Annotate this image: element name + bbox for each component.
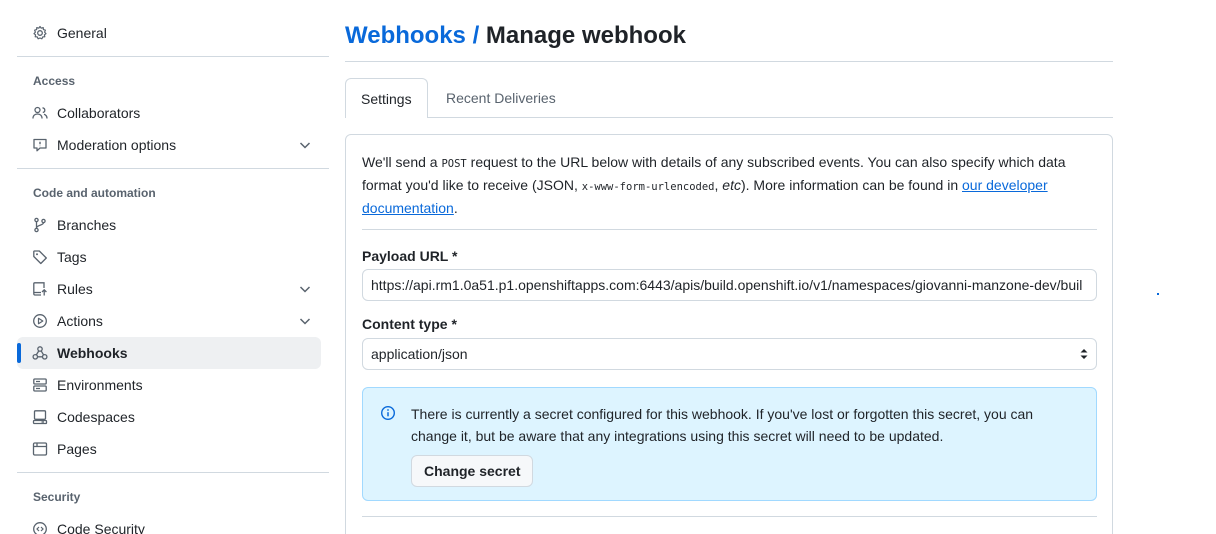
tab-bar-divider bbox=[427, 117, 1113, 118]
sidebar-item-label: Pages bbox=[57, 441, 97, 457]
chevron-down-icon[interactable] bbox=[297, 137, 313, 153]
breadcrumb-separator: / bbox=[472, 22, 480, 49]
intro-emphasis: etc bbox=[722, 177, 741, 193]
codespaces-icon bbox=[32, 409, 48, 425]
chevron-down-icon[interactable] bbox=[297, 281, 313, 297]
sidebar-item-collaborators[interactable]: Collaborators bbox=[17, 97, 321, 129]
intro-text: We'll send a POST request to the URL bel… bbox=[362, 152, 1082, 219]
content-type-selected-value: application/json bbox=[371, 346, 468, 362]
payload-url-label: Payload URL * bbox=[362, 248, 458, 264]
webhook-icon bbox=[32, 345, 48, 361]
comment-report-icon bbox=[32, 137, 48, 153]
sidebar-divider bbox=[17, 168, 329, 169]
content-type-label: Content type * bbox=[362, 316, 457, 332]
sidebar-item-label: Branches bbox=[57, 217, 117, 233]
sidebar-item-label: Moderation options bbox=[57, 137, 177, 153]
sidebar-item-tags[interactable]: Tags bbox=[17, 241, 321, 273]
sidebar-item-label: Webhooks bbox=[57, 345, 128, 361]
page-title-text: Manage webhook bbox=[485, 22, 686, 49]
sidebar-item-label: Collaborators bbox=[57, 105, 141, 121]
flash-message: There is currently a secret configured f… bbox=[411, 406, 1034, 444]
people-icon bbox=[32, 105, 48, 121]
sidebar-item-label: Environments bbox=[57, 377, 143, 393]
browser-icon bbox=[32, 441, 48, 457]
tab-recent-deliveries[interactable]: Recent Deliveries bbox=[431, 78, 571, 118]
intro-text-segment: We'll send a bbox=[362, 154, 442, 170]
sidebar-item-code-security[interactable]: Code Security bbox=[17, 513, 321, 534]
section-heading-code-automation: Code and automation bbox=[33, 186, 156, 200]
active-indicator bbox=[17, 343, 21, 363]
inline-code: x-www-form-urlencoded bbox=[581, 181, 715, 193]
select-updown-icon bbox=[1080, 349, 1088, 359]
sidebar-item-environments[interactable]: Environments bbox=[17, 369, 321, 401]
sidebar-divider bbox=[17, 472, 329, 473]
change-secret-button[interactable]: Change secret bbox=[411, 455, 534, 487]
content-type-select[interactable]: application/json bbox=[362, 338, 1097, 370]
section-heading-security: Security bbox=[33, 490, 81, 504]
sidebar-item-codespaces[interactable]: Codespaces bbox=[17, 401, 321, 433]
section-heading-access: Access bbox=[33, 74, 76, 88]
sidebar-item-label: General bbox=[57, 25, 107, 41]
repo-push-icon bbox=[32, 281, 48, 297]
sidebar-item-label: Actions bbox=[57, 313, 103, 329]
sidebar-item-label: Codespaces bbox=[57, 409, 135, 425]
section-divider bbox=[362, 229, 1097, 230]
sidebar-item-label: Tags bbox=[57, 249, 87, 265]
intro-text-segment: . bbox=[453, 200, 458, 216]
sidebar-item-branches[interactable]: Branches bbox=[17, 209, 321, 241]
secret-info-flash: There is currently a secret configured f… bbox=[362, 387, 1097, 501]
sidebar-item-label: Rules bbox=[57, 281, 93, 297]
cursor-dot bbox=[1157, 293, 1159, 295]
play-circle-icon bbox=[32, 313, 48, 329]
sidebar-divider bbox=[17, 56, 329, 57]
sidebar-item-rules[interactable]: Rules bbox=[17, 273, 321, 305]
git-branch-icon bbox=[32, 217, 48, 233]
chevron-down-icon[interactable] bbox=[297, 313, 313, 329]
settings-sidebar: General Access Collaborators Moderation … bbox=[17, 0, 329, 534]
sidebar-item-general[interactable]: General bbox=[17, 17, 321, 49]
info-icon bbox=[380, 405, 396, 421]
section-divider bbox=[362, 516, 1097, 517]
sidebar-item-label: Code Security bbox=[57, 521, 145, 534]
sidebar-item-moderation-options[interactable]: Moderation options bbox=[17, 129, 321, 161]
codescan-icon bbox=[32, 521, 48, 534]
inline-code: POST bbox=[441, 158, 467, 170]
payload-url-input[interactable]: https://api.rm1.0a51.p1.openshiftapps.co… bbox=[362, 269, 1097, 301]
tab-bar: Settings Recent Deliveries bbox=[345, 78, 1113, 118]
title-divider bbox=[345, 61, 1113, 62]
sidebar-item-webhooks[interactable]: Webhooks bbox=[17, 337, 321, 369]
sidebar-item-actions[interactable]: Actions bbox=[17, 305, 321, 337]
tag-icon bbox=[32, 249, 48, 265]
tab-settings[interactable]: Settings bbox=[345, 78, 428, 118]
sidebar-item-pages[interactable]: Pages bbox=[17, 433, 321, 465]
webhook-settings-panel: We'll send a POST request to the URL bel… bbox=[345, 134, 1113, 534]
intro-text-segment: ). More information can be found in bbox=[740, 177, 962, 193]
gear-icon bbox=[32, 25, 48, 41]
page-title: Webhooks / Manage webhook bbox=[345, 22, 686, 50]
server-icon bbox=[32, 377, 48, 393]
breadcrumb-webhooks-link[interactable]: Webhooks bbox=[345, 22, 466, 49]
